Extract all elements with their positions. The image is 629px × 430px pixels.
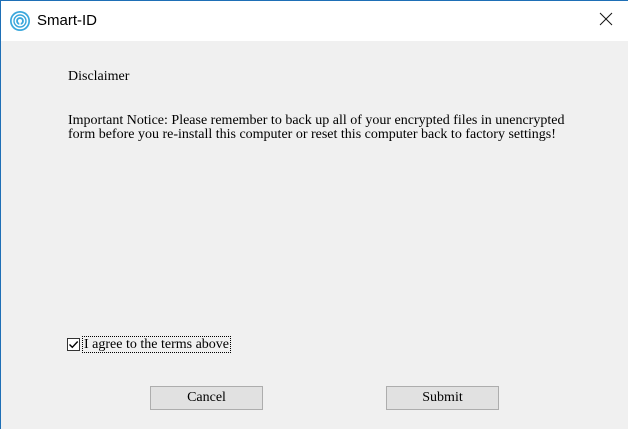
- checkmark-icon: [69, 340, 79, 348]
- agree-checkbox[interactable]: [67, 337, 80, 351]
- disclaimer-heading: Disclaimer: [68, 69, 130, 84]
- close-button[interactable]: [583, 1, 628, 41]
- dialog-body: Disclaimer Important Notice: Please reme…: [1, 41, 628, 429]
- agree-checkbox-label[interactable]: I agree to the terms above: [82, 335, 231, 353]
- submit-button[interactable]: Submit: [386, 386, 499, 410]
- agree-terms-row[interactable]: I agree to the terms above: [67, 335, 231, 353]
- disclaimer-notice: Important Notice: Please remember to bac…: [68, 113, 565, 142]
- smart-id-window: Smart-ID Disclaimer Important Notice: Pl…: [0, 0, 628, 429]
- cancel-button[interactable]: Cancel: [150, 386, 263, 410]
- window-title: Smart-ID: [37, 12, 97, 29]
- title-bar[interactable]: Smart-ID: [1, 1, 628, 41]
- smart-id-icon: [9, 10, 31, 32]
- close-icon: [599, 12, 613, 31]
